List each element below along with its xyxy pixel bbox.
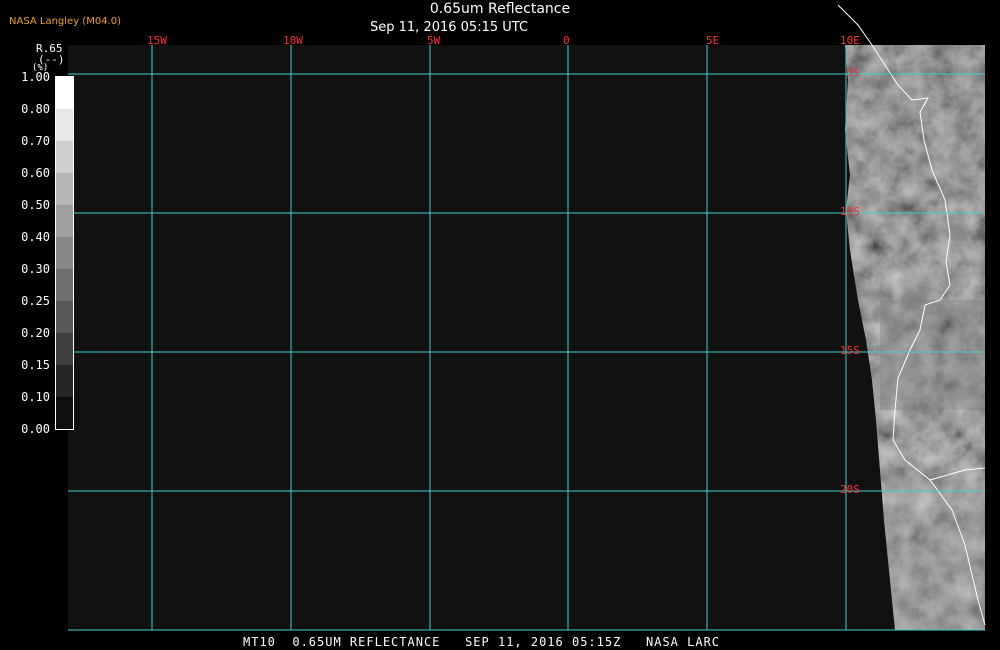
legend-tick: 0.80 [21,102,50,116]
legend-header: R.65 (--) (%) [32,43,65,73]
lat-label-15s: 15S [840,344,860,357]
lat-label-10s: 10S [840,205,860,218]
legend-tick: 0.40 [21,230,50,244]
legend-color-step [56,365,73,397]
lon-label-10w: 10W [283,34,303,47]
lon-label-10e: 10E [840,34,860,47]
footer-caption: MT10 0.65UM REFLECTANCE SEP 11, 2016 05:… [243,635,721,649]
legend-tick: 0.00 [21,422,50,436]
legend-color-step [56,237,73,269]
legend-tick: 0.10 [21,390,50,404]
legend-color-step [56,333,73,365]
legend-tick: 1.00 [21,70,50,84]
legend-color-step [56,269,73,301]
legend-color-step [56,141,73,173]
legend-tick: 0.50 [21,198,50,212]
legend-color-step [56,77,73,109]
chart-title: 0.65um Reflectance [429,1,571,17]
credit-label: NASA Langley (M04.0) [9,16,121,27]
lat-label-20s: 20S [840,483,860,496]
legend-tick: 0.30 [21,262,50,276]
legend-colorbar [55,76,74,430]
lon-label-15w: 15W [147,34,167,47]
legend-color-step [56,205,73,237]
legend-tick: 0.60 [21,166,50,180]
lat-label-5s: 5S [846,66,860,79]
legend-tick: 0.70 [21,134,50,148]
lon-label-5e: 5E [706,34,720,47]
legend-tick: 0.25 [21,294,50,308]
lon-label-0: 0 [563,34,570,47]
legend-color-step [56,109,73,141]
legend-color-step [56,173,73,205]
legend-color-step [56,301,73,333]
legend-tick: 0.20 [21,326,50,340]
legend-color-step [56,397,73,429]
legend-tick: 0.15 [21,358,50,372]
reflectance-map [68,4,986,631]
satellite-map-view: NASA Langley (M04.0) 0.65um Reflectance … [0,0,1000,650]
timestamp-subtitle: Sep 11, 2016 05:15 UTC [370,20,529,35]
lon-label-5w: 5W [427,34,441,47]
